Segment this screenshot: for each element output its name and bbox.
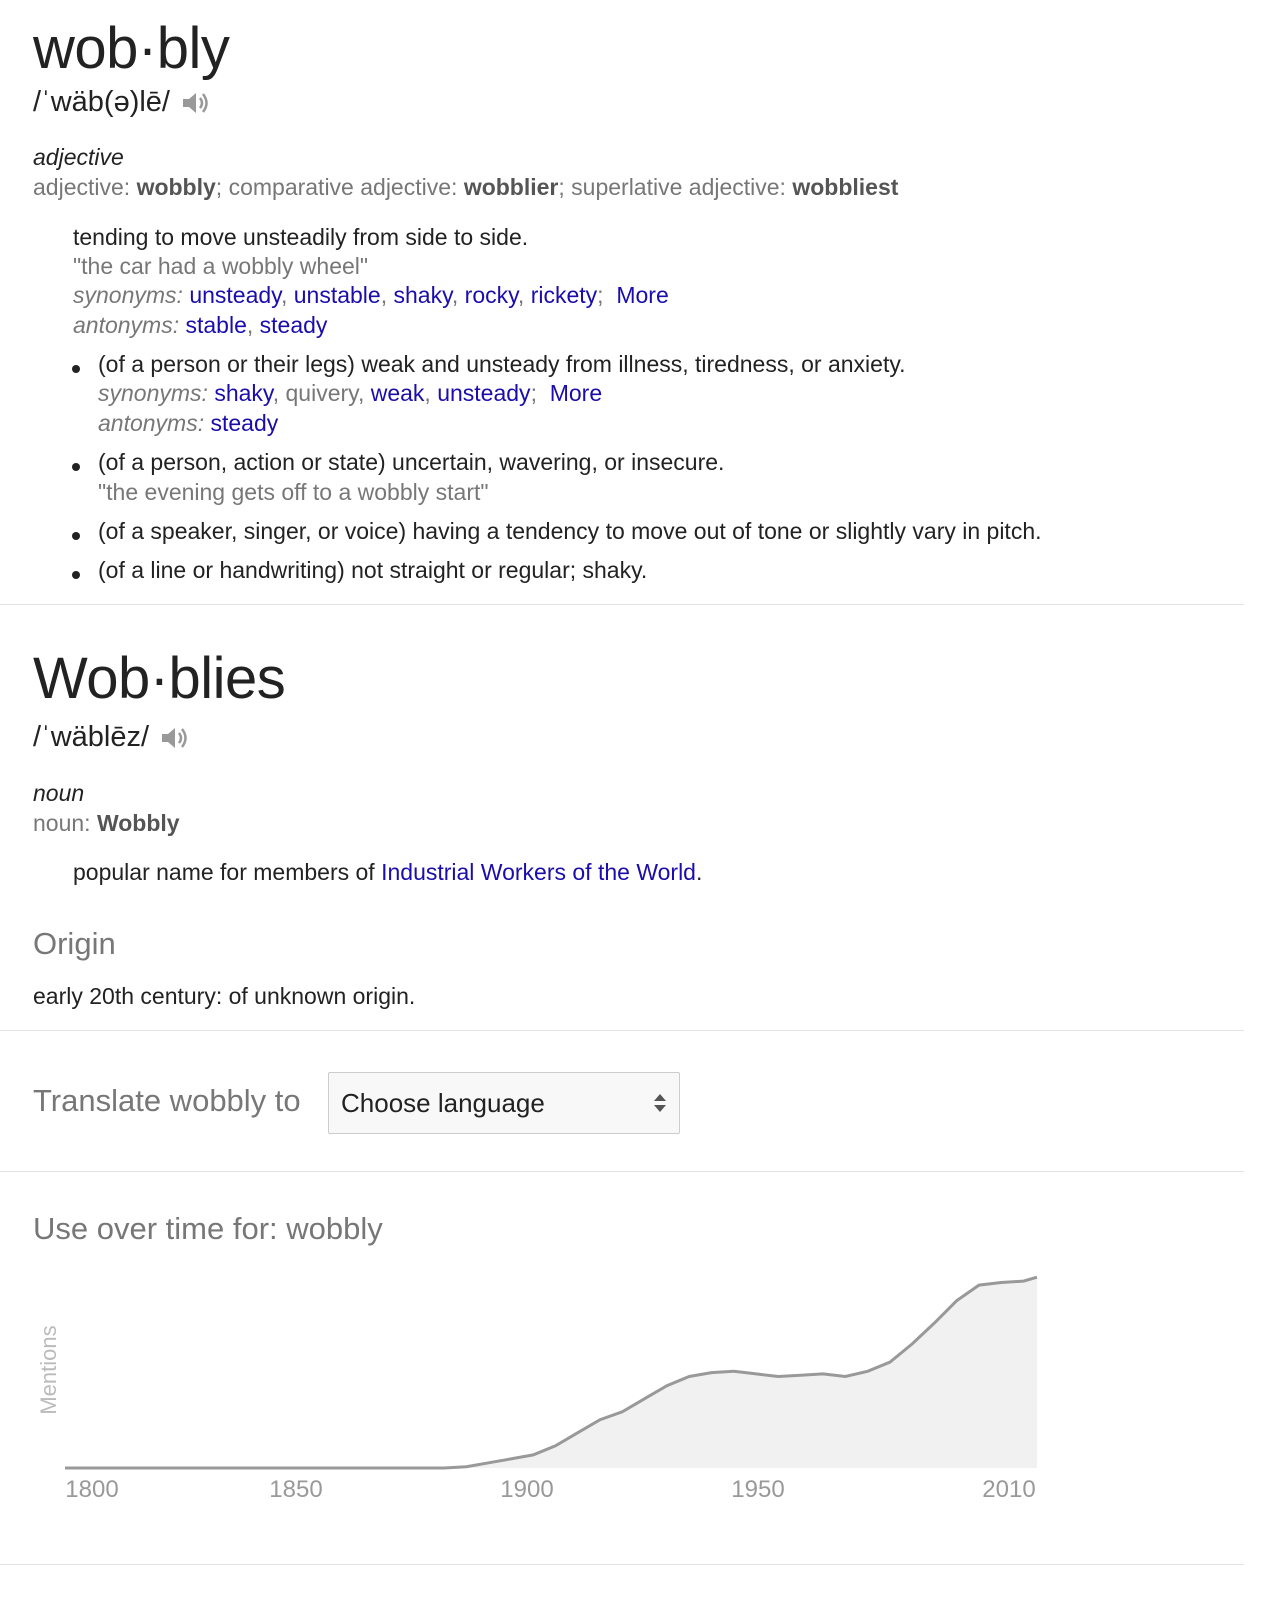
iww-link[interactable]: Industrial Workers of the World: [381, 859, 696, 885]
x-tick-label: 1900: [500, 1476, 553, 1503]
antonyms-row-1: antonyms: stable, steady: [73, 312, 328, 338]
pronunciation-text: /ˈwäb(ə)lē/: [33, 86, 170, 118]
forms-text: ; superlative adjective:: [558, 174, 793, 200]
synonym-link[interactable]: unsteady: [189, 282, 281, 308]
word-forms: noun: Wobbly: [33, 812, 180, 835]
synonym-link[interactable]: weak: [371, 380, 425, 406]
y-axis-label: Mentions: [36, 1325, 61, 1414]
language-select[interactable]: Choose language: [328, 1072, 680, 1134]
subdefinition-2: (of a person, action or state) uncertain…: [98, 449, 725, 475]
form-wobbliest: wobbliest: [792, 174, 899, 200]
divider: [0, 1171, 1244, 1172]
speaker-icon[interactable]: [159, 724, 189, 752]
forms-text: ; comparative adjective:: [215, 174, 464, 200]
bullet: [72, 365, 80, 373]
x-tick-label: 1950: [731, 1476, 784, 1503]
antonym-link[interactable]: stable: [186, 312, 247, 338]
origin-title: Origin: [33, 926, 116, 961]
language-select-value: Choose language: [341, 1087, 545, 1118]
x-tick-label: 2010: [982, 1476, 1035, 1503]
headword-wobbly: wob·bly: [33, 16, 230, 81]
usage-area: [65, 1277, 1037, 1468]
synonyms-row-1: synonyms: unsteady, unstable, shaky, roc…: [73, 282, 669, 308]
subdefinition-4: (of a line or handwriting) not straight …: [98, 557, 648, 583]
synonym-link[interactable]: unsteady: [437, 380, 530, 406]
synonyms-label: synonyms:: [73, 282, 183, 308]
form-wobblier: wobblier: [463, 174, 559, 200]
bullet: [72, 571, 80, 579]
usage-chart-svg: 1800 1850 1900 1950 2010 Mentions: [36, 1275, 1038, 1503]
translate-label: Translate wobbly to: [33, 1083, 301, 1118]
word-forms: adjective: wobbly; comparative adjective…: [33, 176, 898, 199]
synonyms-label: synonyms:: [98, 380, 208, 406]
synonym-link[interactable]: unstable: [294, 282, 381, 308]
x-tick-label: 1800: [65, 1476, 118, 1503]
synonym-link[interactable]: shaky: [394, 282, 452, 308]
synonym-link[interactable]: rickety: [531, 282, 597, 308]
forms-text: noun:: [33, 810, 97, 836]
definition-text: popular name for members of: [73, 859, 382, 885]
usage-title: Use over time for: wobbly: [33, 1211, 383, 1246]
synonym-link[interactable]: rocky: [465, 282, 518, 308]
antonym-link[interactable]: steady: [260, 312, 328, 338]
bullet: [72, 463, 80, 471]
headword-wobblies: Wob·blies: [33, 646, 286, 711]
pronunciation: /ˈwäb(ə)lē/: [33, 88, 210, 117]
divider: [0, 1030, 1244, 1031]
divider: [0, 604, 1244, 605]
usage-chart: 1800 1850 1900 1950 2010 Mentions: [0, 1250, 1100, 1510]
divider: [0, 1564, 1244, 1565]
forms-text: adjective:: [33, 174, 137, 200]
x-tick-label: 1850: [269, 1476, 322, 1503]
definition-text: .: [695, 859, 703, 885]
select-arrows-icon: [653, 1091, 667, 1122]
part-of-speech: adjective: [33, 144, 124, 170]
pronunciation: /ˈwäblēz/: [33, 723, 189, 752]
pronunciation-text: /ˈwäblēz/: [33, 721, 150, 753]
example-2: "the evening gets off to a wobbly start": [98, 479, 489, 505]
form-wobbly: Wobbly: [96, 810, 180, 836]
bullet: [72, 532, 80, 540]
part-of-speech: noun: [33, 780, 85, 806]
definition-1: tending to move unsteadily from side to …: [73, 224, 529, 250]
antonym-link[interactable]: steady: [211, 410, 279, 436]
origin-text: early 20th century: of unknown origin.: [33, 983, 416, 1009]
more-synonyms-link[interactable]: More: [616, 282, 668, 308]
speaker-icon[interactable]: [180, 89, 210, 117]
example-1: "the car had a wobbly wheel": [73, 253, 369, 279]
antonyms-row-2: antonyms: steady: [98, 412, 278, 435]
synonym-plain: quivery: [285, 380, 358, 406]
antonyms-label: antonyms:: [98, 410, 205, 436]
synonyms-row-2: synonyms: shaky, quivery, weak, unsteady…: [98, 380, 603, 406]
subdefinition-1: (of a person or their legs) weak and uns…: [98, 351, 906, 377]
form-wobbly: wobbly: [136, 174, 216, 200]
definition-noun: popular name for members of Industrial W…: [73, 861, 702, 884]
synonym-link[interactable]: shaky: [214, 380, 272, 406]
more-synonyms-link[interactable]: More: [550, 380, 602, 406]
antonyms-label: antonyms:: [73, 312, 180, 338]
subdefinition-3: (of a speaker, singer, or voice) having …: [98, 518, 1042, 544]
